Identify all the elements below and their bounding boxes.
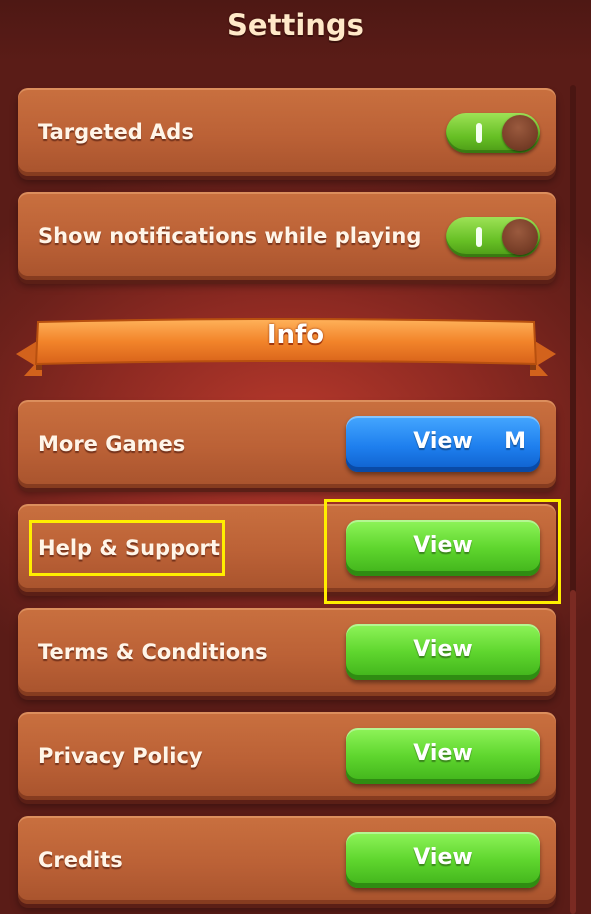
terms-conditions-view-button[interactable]: View [346,624,540,680]
setting-label-notifications: Show notifications while playing [38,224,422,248]
info-section-title: Info [266,320,325,350]
toggle-knob [502,115,538,151]
toggle-on-indicator [476,227,482,247]
privacy-policy-view-button[interactable]: View [346,728,540,784]
info-row-more-games: More Games View M [18,400,556,488]
info-row-privacy-policy: Privacy Policy View [18,712,556,800]
toggle-on-indicator [476,123,482,143]
highlight-help-support-label [29,520,225,576]
info-label-terms-conditions: Terms & Conditions [38,640,268,664]
targeted-ads-toggle[interactable] [446,113,540,153]
setting-row-notifications: Show notifications while playing [18,192,556,280]
setting-label-targeted-ads: Targeted Ads [38,120,194,144]
info-label-privacy-policy: Privacy Policy [38,744,203,768]
more-games-view-button[interactable]: View M [346,416,540,472]
setting-row-targeted-ads: Targeted Ads [18,88,556,176]
view-button-label: View [413,845,473,870]
notifications-toggle[interactable] [446,217,540,257]
highlight-help-support-button [324,499,561,604]
info-label-credits: Credits [38,848,123,872]
info-row-credits: Credits View [18,816,556,904]
view-button-label: View [413,429,473,454]
credits-view-button[interactable]: View [346,832,540,888]
view-button-label: View [413,637,473,662]
info-label-more-games: More Games [38,432,186,456]
m-logo-icon: M [504,429,526,454]
scrollbar-thumb[interactable] [570,590,576,914]
page-title: Settings [227,8,364,42]
info-row-terms-conditions: Terms & Conditions View [18,608,556,696]
view-button-label: View [413,741,473,766]
toggle-knob [502,219,538,255]
